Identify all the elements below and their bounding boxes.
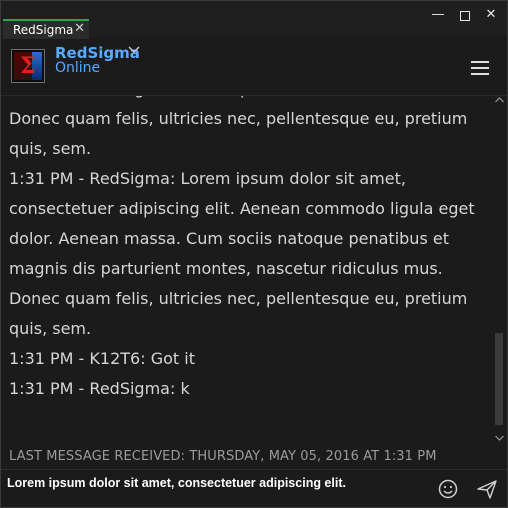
message-line: consectetuer adipiscing elit. Aenean com… bbox=[9, 199, 475, 218]
close-button[interactable]: ✕ bbox=[479, 7, 503, 25]
scrollbar[interactable] bbox=[492, 96, 506, 448]
emoji-icon[interactable] bbox=[437, 478, 459, 500]
message-line: quis, sem. bbox=[9, 139, 92, 158]
last-message-received: LAST MESSAGE RECEIVED: THURSDAY, MAY 05,… bbox=[9, 449, 437, 464]
tab-redsigma[interactable]: RedSigma ✕ bbox=[3, 19, 89, 39]
maximize-icon bbox=[460, 11, 470, 21]
message-composer bbox=[1, 469, 507, 507]
minimize-button[interactable]: — bbox=[426, 7, 450, 25]
message-text: 1:31 PM - RedSigma: Lorem ipsum dolor si… bbox=[9, 96, 479, 404]
title-bar: RedSigma ✕ — ✕ bbox=[1, 1, 507, 39]
message-line: magnis dis parturient montes, nascetur r… bbox=[9, 259, 443, 278]
message-line: 1:31 PM - RedSigma: Lorem ipsum dolor si… bbox=[9, 169, 406, 188]
scroll-up-icon[interactable] bbox=[495, 96, 504, 106]
scrollbar-thumb[interactable] bbox=[495, 333, 503, 425]
message-line: 1:31 PM - K12T6: Got it bbox=[9, 349, 195, 368]
chat-window: RedSigma ✕ — ✕ Σ RedSigma Online 1:31 PM… bbox=[0, 0, 508, 508]
send-icon[interactable] bbox=[475, 478, 499, 500]
scroll-down-icon[interactable] bbox=[495, 434, 504, 444]
contact-status: Online bbox=[55, 60, 101, 76]
tab-close-icon[interactable]: ✕ bbox=[74, 21, 85, 36]
avatar-image: Σ bbox=[14, 52, 42, 80]
sigma-logo-icon: Σ bbox=[20, 53, 36, 79]
message-line: quis, sem. bbox=[9, 319, 92, 338]
message-list[interactable]: 1:31 PM - RedSigma: Lorem ipsum dolor si… bbox=[1, 96, 489, 446]
chevron-down-icon[interactable] bbox=[128, 44, 140, 58]
message-line: 1:31 PM - RedSigma: k bbox=[9, 379, 190, 398]
contact-header: Σ RedSigma Online bbox=[1, 39, 507, 96]
tab-label: RedSigma bbox=[13, 23, 74, 37]
avatar[interactable]: Σ bbox=[11, 49, 45, 83]
message-input[interactable] bbox=[5, 472, 429, 494]
message-line: Donec quam felis, ultricies nec, pellent… bbox=[9, 289, 468, 308]
message-line: dolor. Aenean massa. Cum sociis natoque … bbox=[9, 229, 449, 248]
message-line: Donec quam felis, ultricies nec, pellent… bbox=[9, 109, 468, 128]
message-line: 1:31 PM - RedSigma: Lorem ipsum dolor si… bbox=[9, 96, 479, 104]
hamburger-icon[interactable] bbox=[471, 61, 489, 75]
maximize-button[interactable] bbox=[453, 7, 477, 25]
